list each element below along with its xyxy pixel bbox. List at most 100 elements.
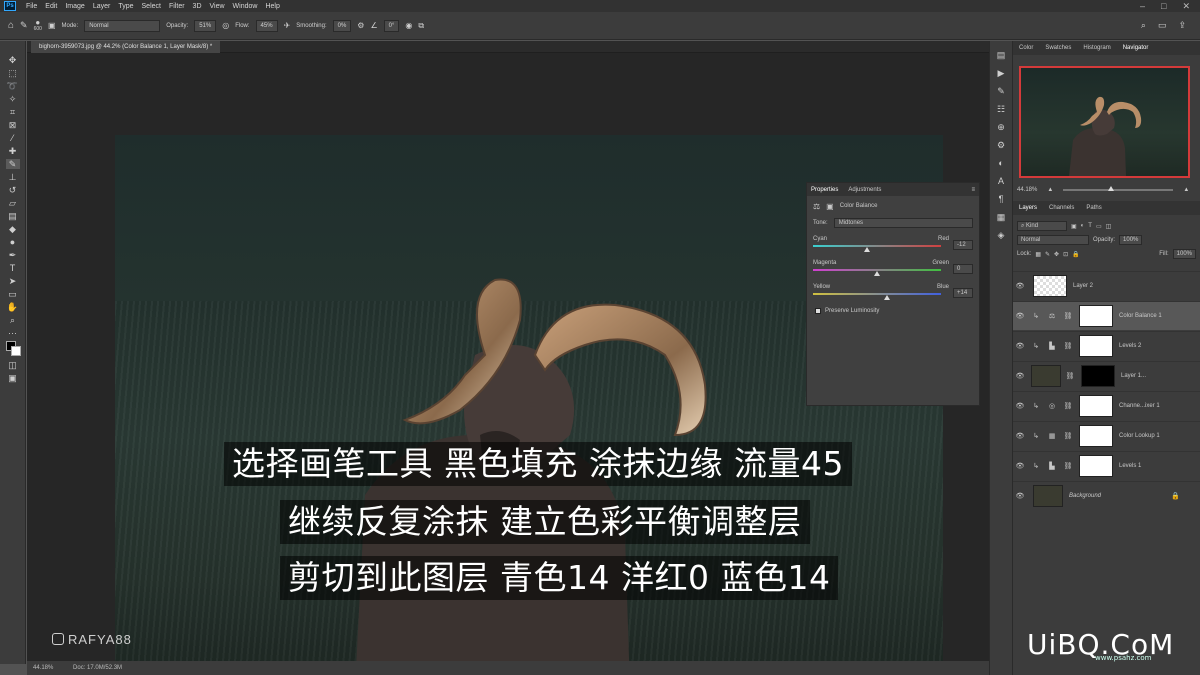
layer-row-color-lookup-1[interactable]: 👁 ↳ ▦ ⛓ Color Lookup 1 bbox=[1013, 421, 1200, 450]
link-icon[interactable]: ⛓ bbox=[1061, 342, 1075, 350]
layer-row-color-balance-1[interactable]: 👁 ↳ ⚖ ⛓ Color Balance 1 bbox=[1013, 301, 1200, 330]
layer-row-layer-2[interactable]: 👁 Layer 2 bbox=[1013, 271, 1200, 300]
layer-row-background[interactable]: 👁 Background 🔒 bbox=[1013, 481, 1200, 510]
hand-tool-icon[interactable]: ✋ bbox=[6, 302, 20, 312]
filter-shape-icon[interactable]: ▭ bbox=[1096, 223, 1102, 230]
slider-knob[interactable] bbox=[874, 271, 880, 276]
layer-mask-thumbnail[interactable] bbox=[1079, 305, 1113, 327]
dodge-tool-icon[interactable]: ● bbox=[6, 237, 20, 247]
menu-filter[interactable]: Filter bbox=[165, 3, 189, 10]
panel-menu-icon[interactable]: ≡ bbox=[971, 187, 975, 193]
symmetry-icon[interactable]: ⧉ bbox=[418, 21, 424, 31]
slider-value-field[interactable]: 0 bbox=[953, 264, 973, 274]
color-balance-slider[interactable]: Cyan Red -12 bbox=[813, 236, 973, 256]
filter-type-icon[interactable]: T bbox=[1088, 223, 1092, 229]
lock-artboard-icon[interactable]: ⊡ bbox=[1063, 251, 1068, 258]
slider-knob[interactable] bbox=[884, 295, 891, 300]
libraries-icon[interactable]: ▦ bbox=[997, 211, 1006, 223]
healing-tool-icon[interactable]: ✚ bbox=[6, 146, 20, 156]
menu-image[interactable]: Image bbox=[61, 3, 88, 10]
lasso-tool-icon[interactable]: ➰ bbox=[6, 81, 20, 91]
actions-icon[interactable]: ▶ bbox=[998, 67, 1005, 79]
tab-histogram[interactable]: Histogram bbox=[1083, 45, 1110, 51]
visibility-eye-icon[interactable]: 👁 bbox=[1013, 462, 1027, 470]
filter-smart-icon[interactable]: ◫ bbox=[1106, 223, 1112, 230]
slider-track[interactable] bbox=[813, 293, 941, 295]
crop-tool-icon[interactable]: ⌗ bbox=[6, 107, 20, 117]
path-select-tool-icon[interactable]: ➤ bbox=[6, 276, 20, 286]
tab-layers[interactable]: Layers bbox=[1019, 205, 1037, 211]
preserve-luminosity-checkbox[interactable] bbox=[815, 308, 821, 314]
flow-field[interactable]: 45% bbox=[255, 19, 278, 32]
lock-move-icon[interactable]: ✥ bbox=[1054, 251, 1059, 258]
quick-select-tool-icon[interactable]: ✧ bbox=[6, 94, 20, 104]
airbrush-icon[interactable]: ✈ bbox=[284, 21, 291, 30]
tab-paths[interactable]: Paths bbox=[1086, 205, 1101, 211]
frame-tool-icon[interactable]: ⊠ bbox=[6, 120, 20, 130]
history-icon[interactable]: ▤ bbox=[997, 49, 1006, 61]
visibility-eye-icon[interactable]: 👁 bbox=[1013, 372, 1027, 380]
brush-settings-icon[interactable]: ▣ bbox=[48, 21, 56, 30]
quick-mask-icon[interactable]: ◫ bbox=[6, 360, 20, 370]
layer-row-channel-mixer-1[interactable]: 👁 ↳ ◎ ⛓ Channe...ixer 1 bbox=[1013, 391, 1200, 420]
opacity-field[interactable]: 51% bbox=[194, 19, 217, 32]
mode-select[interactable]: Normal bbox=[84, 19, 161, 32]
workspace-icon[interactable]: ▭ bbox=[1158, 20, 1167, 31]
layer-mask-thumbnail[interactable] bbox=[1079, 395, 1113, 417]
menu-select[interactable]: Select bbox=[138, 3, 165, 10]
menu-view[interactable]: View bbox=[206, 3, 229, 10]
zoom-out-icon[interactable]: ▲ bbox=[1047, 187, 1053, 193]
properties-panel-icon[interactable]: ⚙ bbox=[997, 139, 1005, 151]
minimize-icon[interactable]: – bbox=[1140, 1, 1145, 12]
tab-properties[interactable]: Properties bbox=[811, 187, 838, 193]
pressure-opacity-icon[interactable]: ◎ bbox=[222, 21, 229, 30]
tab-channels[interactable]: Channels bbox=[1049, 205, 1074, 211]
brush-preset-picker[interactable]: ● 600 bbox=[34, 18, 42, 33]
filter-adjust-icon[interactable]: ◐ bbox=[1081, 223, 1085, 229]
character-icon[interactable]: A bbox=[998, 175, 1004, 187]
visibility-eye-icon[interactable]: 👁 bbox=[1013, 432, 1027, 440]
link-icon[interactable]: ⛓ bbox=[1061, 402, 1075, 410]
3d-icon[interactable]: ◈ bbox=[998, 229, 1005, 241]
menu-window[interactable]: Window bbox=[229, 3, 262, 10]
move-tool-icon[interactable]: ✥ bbox=[6, 55, 20, 65]
share-icon[interactable]: ⇪ bbox=[1178, 20, 1186, 31]
color-swatches-icon[interactable] bbox=[5, 341, 21, 357]
color-balance-slider[interactable]: Yellow Blue +14 bbox=[813, 284, 973, 304]
link-icon[interactable]: ⛓ bbox=[1061, 432, 1075, 440]
maximize-icon[interactable]: □ bbox=[1161, 1, 1166, 12]
shape-tool-icon[interactable]: ▭ bbox=[6, 289, 20, 299]
zoom-tool-icon[interactable]: ⌕ bbox=[6, 315, 20, 325]
menu-edit[interactable]: Edit bbox=[41, 3, 61, 10]
visibility-eye-icon[interactable]: 👁 bbox=[1013, 282, 1027, 290]
smoothing-settings-icon[interactable]: ⚙ bbox=[357, 21, 364, 30]
menu-layer[interactable]: Layer bbox=[89, 3, 115, 10]
search-icon[interactable]: ⌕ bbox=[1141, 20, 1146, 31]
angle-field[interactable]: 0° bbox=[383, 19, 400, 32]
more-tools-icon[interactable]: ··· bbox=[6, 328, 20, 338]
zoom-in-icon[interactable]: ▲ bbox=[1183, 187, 1189, 193]
layer-mask-icon[interactable]: ▣ bbox=[826, 202, 834, 211]
menu-3d[interactable]: 3D bbox=[189, 3, 206, 10]
tone-select[interactable]: Midtones bbox=[833, 218, 973, 228]
screen-mode-icon[interactable]: ▣ bbox=[6, 373, 20, 383]
brush-settings-panel-icon[interactable]: ✎ bbox=[997, 85, 1005, 97]
menu-help[interactable]: Help bbox=[261, 3, 283, 10]
pressure-size-icon[interactable]: ◉ bbox=[405, 21, 412, 30]
brushes-icon[interactable]: ☷ bbox=[997, 103, 1005, 115]
link-icon[interactable]: ⛓ bbox=[1061, 312, 1075, 320]
menu-type[interactable]: Type bbox=[114, 3, 137, 10]
filter-pixel-icon[interactable]: ▣ bbox=[1071, 223, 1077, 230]
navigator-thumbnail[interactable] bbox=[1019, 66, 1190, 178]
clone-source-icon[interactable]: ⊕ bbox=[997, 121, 1005, 133]
tab-swatches[interactable]: Swatches bbox=[1045, 45, 1071, 51]
adjustments-panel-icon[interactable]: ◐ bbox=[998, 157, 1003, 169]
brush-tool-active-icon[interactable]: ✎ bbox=[5, 159, 20, 169]
home-icon[interactable]: ⌂ bbox=[8, 20, 14, 31]
link-icon[interactable]: ⛓ bbox=[1063, 372, 1077, 380]
color-balance-slider[interactable]: Magenta Green 0 bbox=[813, 260, 973, 280]
gradient-tool-icon[interactable]: ▤ bbox=[6, 211, 20, 221]
navigator-zoom-slider[interactable] bbox=[1063, 186, 1174, 191]
tab-adjustments[interactable]: Adjustments bbox=[848, 187, 881, 193]
blur-tool-icon[interactable]: ◆ bbox=[6, 224, 20, 234]
